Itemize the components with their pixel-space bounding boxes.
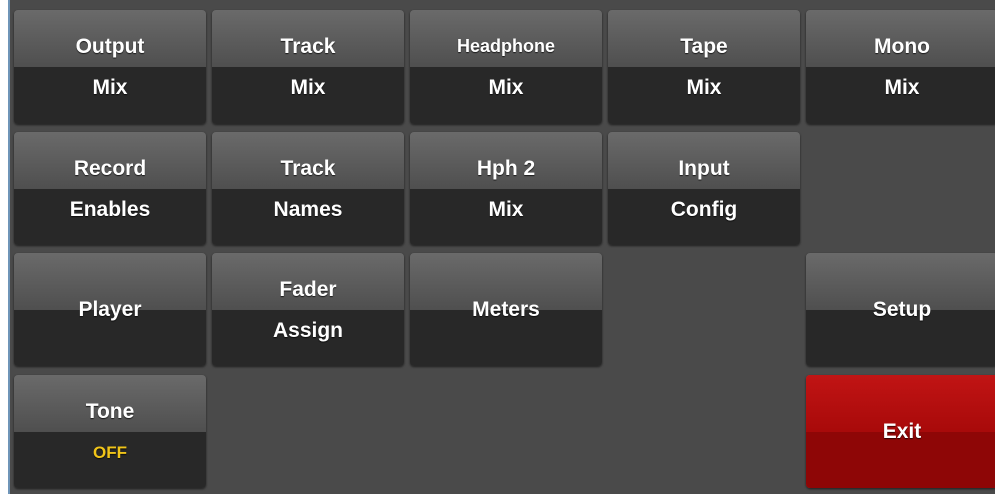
setup-label: Setup (872, 298, 932, 321)
mono-mix-button[interactable]: Mono Mix (806, 10, 995, 124)
hph2-mix-label-2: Mix (488, 197, 524, 221)
exit-label: Exit (882, 420, 922, 443)
output-mix-button[interactable]: Output Mix (14, 10, 206, 124)
headphone-mix-label-1: Headphone (456, 36, 555, 56)
track-mix-label-2: Mix (290, 76, 326, 99)
track-mix-button[interactable]: Track Mix (212, 10, 404, 124)
hph2-mix-button[interactable]: Hph 2 Mix (410, 132, 602, 245)
track-mix-label-1: Track (280, 35, 336, 58)
fader-assign-label-1: Fader (279, 277, 337, 301)
input-config-button[interactable]: Input Config (608, 132, 800, 245)
fader-assign-button[interactable]: Fader Assign (212, 253, 404, 366)
meters-label: Meters (472, 298, 540, 321)
tone-label: Tone (85, 399, 135, 423)
panel-left-edge (8, 0, 10, 494)
input-config-label-2: Config (670, 197, 738, 221)
player-button[interactable]: Player (14, 253, 206, 366)
headphone-mix-button[interactable]: Headphone Mix (410, 10, 602, 124)
record-enables-label-1: Record (73, 156, 147, 180)
tape-mix-label-1: Tape (680, 35, 728, 58)
mono-mix-label-2: Mix (884, 76, 920, 99)
tape-mix-label-2: Mix (686, 76, 722, 99)
player-label: Player (78, 298, 142, 321)
track-names-button[interactable]: Track Names (212, 132, 404, 245)
fader-assign-label-2: Assign (272, 318, 343, 342)
record-enables-label-2: Enables (69, 197, 151, 221)
tone-toggle-button[interactable]: Tone OFF (14, 375, 206, 488)
headphone-mix-label-2: Mix (488, 76, 524, 99)
tape-mix-button[interactable]: Tape Mix (608, 10, 800, 124)
mono-mix-label-1: Mono (874, 35, 930, 58)
output-mix-label-2: Mix (92, 76, 128, 99)
input-config-label-1: Input (678, 156, 730, 180)
output-mix-label-1: Output (75, 35, 145, 58)
exit-button[interactable]: Exit (806, 375, 995, 488)
record-enables-button[interactable]: Record Enables (14, 132, 206, 245)
track-names-label-2: Names (273, 197, 343, 221)
tone-state-indicator: OFF (93, 442, 127, 462)
hph2-mix-label-1: Hph 2 (476, 156, 536, 180)
meters-button[interactable]: Meters (410, 253, 602, 366)
setup-button[interactable]: Setup (806, 253, 995, 366)
track-names-label-1: Track (280, 156, 336, 180)
